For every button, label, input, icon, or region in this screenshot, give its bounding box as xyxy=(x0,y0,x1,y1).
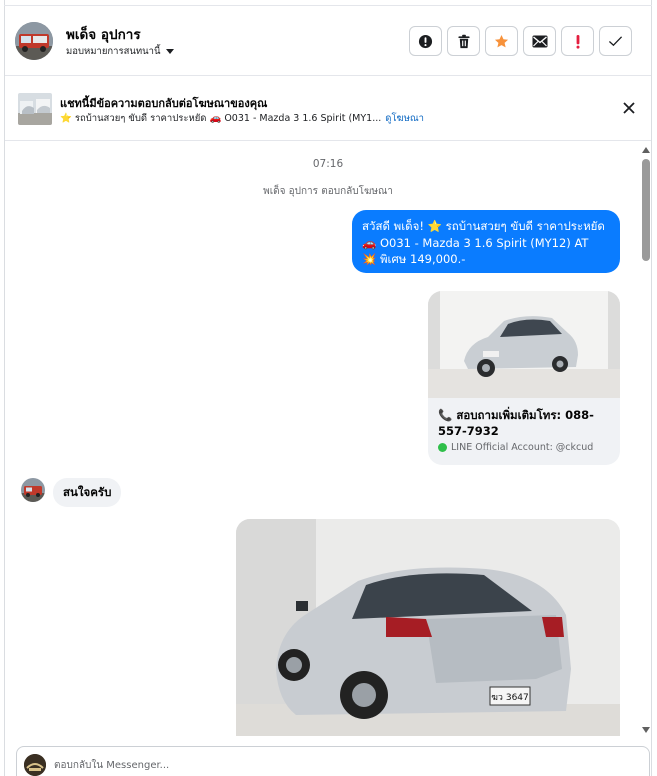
car-photo-message[interactable]: ฆว 3647 xyxy=(236,519,620,736)
alert-circle-icon xyxy=(418,34,433,48)
thread-scrollbar[interactable] xyxy=(641,147,651,733)
conversation-actions xyxy=(409,26,632,56)
mark-done-button[interactable] xyxy=(599,26,632,56)
outgoing-message-line: 💥 พิเศษ 149,000.- xyxy=(362,252,466,266)
caret-down-icon xyxy=(165,49,174,54)
message-thread[interactable]: 07:16 พเด็จ อุปการ ตอบกลับโฆษณา สวัสดี พ… xyxy=(5,142,651,736)
trash-icon xyxy=(457,34,470,48)
delete-button[interactable] xyxy=(447,26,480,56)
scroll-up-arrow-icon[interactable] xyxy=(642,147,650,153)
incoming-message[interactable]: สนใจครับ xyxy=(53,478,122,507)
scroll-down-arrow-icon[interactable] xyxy=(642,727,650,733)
reply-input[interactable] xyxy=(54,755,614,775)
assign-conversation-label: มอบหมายการสนทนานี้ xyxy=(66,46,161,57)
ad-banner-description: ⭐ รถบ้านสวยๆ ขับดี ราคาประหยัด 🚗 O031 - … xyxy=(60,113,382,124)
outgoing-message[interactable]: สวัสดี พเด็จ! ⭐ รถบ้านสวยๆ ขับดี ราคาประ… xyxy=(352,210,620,273)
close-icon[interactable] xyxy=(621,100,637,116)
outgoing-message-line: 🚗 O031 - Mazda 3 1.6 Spirit (MY12) AT xyxy=(362,235,589,250)
follow-up-button[interactable] xyxy=(561,26,594,56)
envelope-icon xyxy=(532,35,547,47)
mark-spam-button[interactable] xyxy=(409,26,442,56)
promo-card[interactable]: 📞 สอบถามเพิ่มเติมโทร: 088-557-7932 LINE … xyxy=(428,291,620,465)
window-border-right xyxy=(651,0,652,776)
ad-banner-subtitle: ⭐ รถบ้านสวยๆ ขับดี ราคาประหยัด 🚗 O031 - … xyxy=(60,111,424,126)
ad-reply-banner: แชทนี้มีข้อความตอบกลับต่อโฆษณาของคุณ ⭐ ร… xyxy=(5,77,651,141)
card-car-image xyxy=(428,291,620,398)
card-line-account: LINE Official Account: @ckcud xyxy=(451,442,594,453)
ad-thumbnail[interactable] xyxy=(18,93,52,125)
card-phone-text[interactable]: 📞 สอบถามเพิ่มเติมโทร: 088-557-7932 xyxy=(438,407,610,439)
message-timestamp: 07:16 xyxy=(312,158,344,170)
conversation-header: พเด็จ อุปการ มอบหมายการสนทนานี้ xyxy=(5,6,651,76)
assign-conversation-dropdown[interactable]: มอบหมายการสนทนานี้ xyxy=(66,44,174,59)
contact-name[interactable]: พเด็จ อุปการ xyxy=(66,23,141,45)
outgoing-message-line: สวัสดี พเด็จ! ⭐ รถบ้านสวยๆ ขับดี ราคาประ… xyxy=(362,219,605,233)
exclamation-icon xyxy=(576,34,579,49)
line-icon xyxy=(438,443,447,452)
star-icon xyxy=(494,34,509,47)
reply-composer xyxy=(16,746,650,776)
check-icon xyxy=(608,36,623,47)
system-message: พเด็จ อุปการ ตอบกลับโฆษณา xyxy=(263,186,393,197)
contact-avatar-small[interactable] xyxy=(21,478,45,502)
mark-unread-button[interactable] xyxy=(523,26,556,56)
page-avatar xyxy=(24,754,46,776)
ad-banner-title: แชทนี้มีข้อความตอบกลับต่อโฆษณาของคุณ xyxy=(60,97,268,110)
license-plate: ฆว 3647 xyxy=(491,693,529,703)
scroll-thumb[interactable] xyxy=(642,159,650,261)
contact-avatar[interactable] xyxy=(15,22,53,60)
star-button[interactable] xyxy=(485,26,518,56)
view-ad-link[interactable]: ดูโฆษณา xyxy=(385,113,424,124)
